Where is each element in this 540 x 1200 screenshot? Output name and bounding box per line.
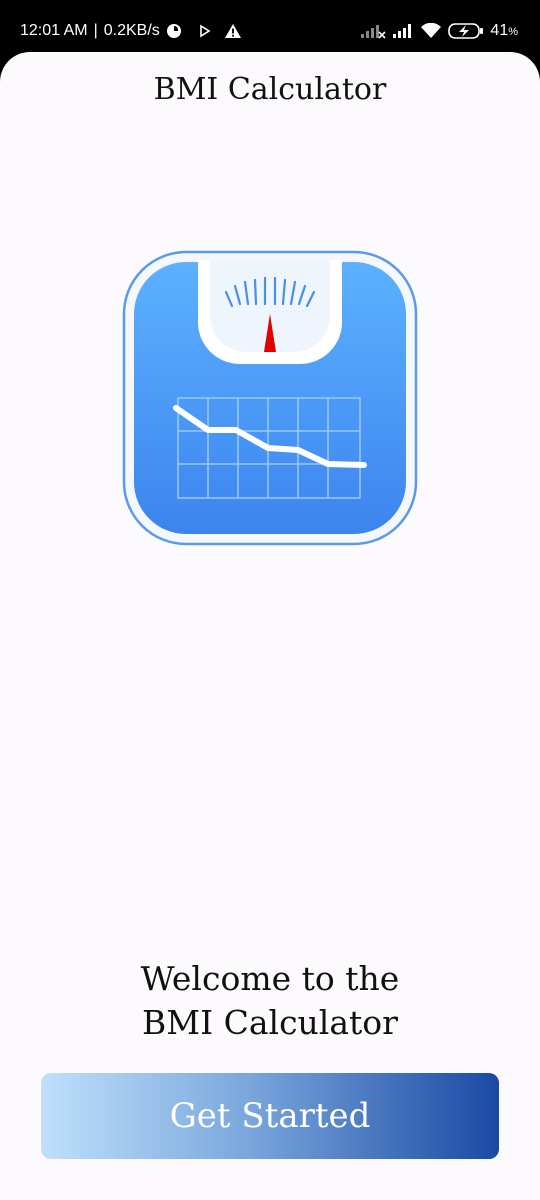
signal-sim2-icon [393,24,412,38]
status-bar: 12:01 AM | 0.2KB/s 41% [0,0,540,52]
battery-charging-icon [448,23,484,39]
get-started-button[interactable]: Get Started [41,1073,499,1159]
welcome-message: Welcome to the BMI Calculator [0,957,540,1045]
signal-sim1-icon [361,25,386,39]
wifi-icon [421,23,442,38]
play-icon [199,24,211,38]
clock: 12:01 AM [20,22,88,39]
battery-level: 41% [490,22,518,39]
welcome-line-2: BMI Calculator [142,1003,398,1042]
welcome-screen: BMI Calculator Welcome to the BMI Calcul… [0,52,540,1200]
welcome-line-1: Welcome to the [140,959,400,998]
warning-icon [224,24,241,38]
network-speed: 0.2KB/s [103,22,160,39]
app-title: BMI Calculator [153,72,387,107]
data-saver-icon [166,24,181,38]
status-left: 12:01 AM | 0.2KB/s [20,22,242,40]
bmi-scale-logo-icon [122,250,418,546]
separator: | [93,22,98,39]
status-right: 41% [360,22,518,40]
